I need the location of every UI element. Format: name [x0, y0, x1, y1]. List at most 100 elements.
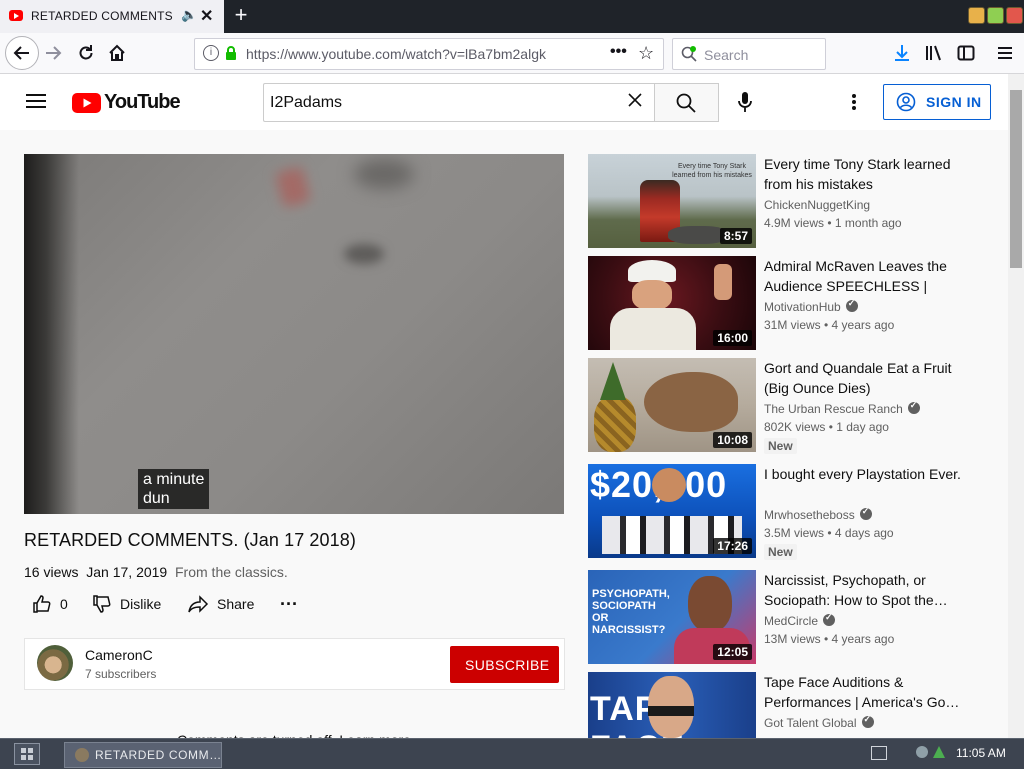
menu-button[interactable]: [993, 41, 1017, 65]
video-frame-shadow: [24, 154, 79, 514]
sign-in-button[interactable]: SIGN IN: [883, 84, 991, 120]
video-thumbnail[interactable]: $20,000 17:26: [588, 464, 756, 558]
video-thumbnail[interactable]: TAPE FACE: [588, 672, 756, 738]
recommendation-channel[interactable]: Got Talent Global: [764, 714, 874, 730]
info-icon[interactable]: i: [203, 45, 219, 61]
close-window-button[interactable]: [1006, 7, 1023, 24]
recommendation-title[interactable]: Every time Tony Stark learned from his m…: [764, 154, 964, 194]
video-thumbnail[interactable]: PSYCHOPATH, SOCIOPATH OR NARCISSIST? 12:…: [588, 570, 756, 664]
close-tab-icon[interactable]: ✕: [200, 6, 213, 26]
page-actions-icon[interactable]: •••: [610, 43, 627, 61]
thumbnail-figure: [632, 280, 672, 310]
verified-badge-icon: [861, 714, 874, 728]
more-settings-icon[interactable]: [851, 93, 857, 116]
video-thumbnail[interactable]: 16:00: [588, 256, 756, 350]
like-count: 0: [60, 596, 68, 612]
url-text[interactable]: https://www.youtube.com/watch?v=lBa7bm2a…: [246, 46, 546, 62]
video-player[interactable]: [24, 154, 564, 514]
dislike-button[interactable]: Dislike: [92, 594, 161, 614]
new-tab-button[interactable]: +: [231, 4, 251, 28]
video-duration: 16:00: [713, 330, 752, 346]
keyboard-icon[interactable]: [871, 746, 887, 760]
sidebar-icon: [957, 45, 975, 61]
scrollbar-thumb[interactable]: [1010, 90, 1022, 268]
subscribe-label: SUBSCRIBE: [465, 657, 550, 673]
thumbs-down-icon: [93, 595, 111, 613]
system-clock[interactable]: 11:05 AM: [956, 746, 1006, 760]
thumbnail-figure: [610, 308, 696, 350]
bookmark-star-icon[interactable]: ☆: [638, 43, 654, 64]
microphone-icon: [738, 92, 752, 112]
browser-search-bar[interactable]: Search: [672, 38, 826, 70]
guide-menu-icon[interactable]: [26, 93, 46, 114]
speaker-icon[interactable]: 🔈: [181, 7, 197, 23]
youtube-wordmark: YouTube: [104, 91, 181, 113]
recommendation-channel[interactable]: MedCircle: [764, 612, 836, 628]
browser-tab-strip: RETARDED COMMENTS. ( 🔈 ✕ +: [0, 0, 1024, 33]
account-icon: [896, 92, 916, 112]
recommendation-item[interactable]: TAPE FACE Tape Face Auditions & Performa…: [588, 672, 988, 738]
home-button[interactable]: [105, 41, 129, 65]
view-count: 16 views: [24, 564, 79, 580]
window-app-icon: [75, 748, 89, 762]
voice-search-button[interactable]: [737, 91, 753, 118]
verified-badge-icon: [845, 298, 858, 312]
thumbnail-overlay-text: Every time Tony Stark learned from his m…: [672, 163, 752, 179]
maximize-window-button[interactable]: [987, 7, 1004, 24]
back-arrow-icon: [13, 46, 29, 60]
back-button[interactable]: [5, 36, 39, 70]
subscribe-button[interactable]: SUBSCRIBE: [450, 646, 559, 683]
youtube-search-button[interactable]: [654, 83, 719, 122]
forward-arrow-icon: [46, 46, 62, 60]
recommendation-channel[interactable]: MotivationHub: [764, 298, 858, 314]
address-bar[interactable]: i https://www.youtube.com/watch?v=lBa7bm…: [194, 38, 664, 70]
more-actions-icon[interactable]: ···: [280, 594, 298, 615]
channel-avatar[interactable]: [37, 645, 73, 681]
library-button[interactable]: [922, 41, 946, 65]
thumbnail-figure: [628, 260, 676, 282]
search-query-text[interactable]: I2Padams: [270, 94, 342, 112]
pineapple-figure: [594, 396, 636, 452]
minimize-window-button[interactable]: [968, 7, 985, 24]
network-icon[interactable]: [915, 744, 947, 765]
taskbar-window-button[interactable]: RETARDED COMM…: [64, 742, 222, 768]
recommendation-title[interactable]: Narcissist, Psychopath, or Sociopath: Ho…: [764, 570, 964, 610]
video-caption: a minute dun: [138, 469, 210, 509]
channel-name[interactable]: CameronC: [85, 647, 153, 663]
sidebar-button[interactable]: [954, 41, 978, 65]
recommendation-channel[interactable]: The Urban Rescue Ranch: [764, 400, 920, 416]
recommendation-item[interactable]: 10:08 Gort and Quandale Eat a Fruit (Big…: [588, 358, 988, 454]
recommendation-item[interactable]: Every time Tony Stark learned from his m…: [588, 154, 988, 248]
recommendation-channel[interactable]: Mrwhosetheboss: [764, 506, 872, 522]
recommendation-meta: 802K views • 1 day ago: [764, 420, 889, 434]
browser-tab[interactable]: RETARDED COMMENTS. ( 🔈 ✕: [0, 0, 224, 33]
subscriber-count: 7 subscribers: [85, 667, 157, 681]
downloads-button[interactable]: [890, 41, 914, 65]
recommendation-item[interactable]: PSYCHOPATH, SOCIOPATH OR NARCISSIST? 12:…: [588, 570, 988, 664]
recommendation-title[interactable]: Tape Face Auditions & Performances | Ame…: [764, 672, 964, 712]
youtube-search-input[interactable]: I2Padams: [263, 83, 655, 122]
recommendation-title[interactable]: Gort and Quandale Eat a Fruit (Big Ounce…: [764, 358, 964, 398]
youtube-favicon-icon: [9, 10, 23, 21]
youtube-logo[interactable]: YouTube: [72, 91, 181, 114]
video-thumbnail[interactable]: Every time Tony Stark learned from his m…: [588, 154, 756, 248]
share-button[interactable]: Share: [187, 594, 254, 614]
clear-search-icon[interactable]: [628, 93, 642, 112]
recommendation-channel[interactable]: ChickenNuggetKing: [764, 198, 870, 212]
forward-button[interactable]: [41, 41, 65, 65]
recommendation-item[interactable]: $20,000 17:26 I bought every Playstation…: [588, 464, 988, 560]
reload-button[interactable]: [74, 41, 98, 65]
video-duration: 12:05: [713, 644, 752, 660]
like-button[interactable]: 0: [32, 594, 68, 614]
video-frame-detail: [274, 165, 312, 209]
lock-icon[interactable]: [225, 46, 237, 66]
video-frame-detail: [344, 244, 384, 264]
recommendation-title[interactable]: Admiral McRaven Leaves the Audience SPEE…: [764, 256, 964, 296]
video-description[interactable]: From the classics.: [175, 564, 288, 580]
recommendation-item[interactable]: 16:00 Admiral McRaven Leaves the Audienc…: [588, 256, 988, 350]
recommendation-title[interactable]: I bought every Playstation Ever.: [764, 464, 964, 484]
video-duration: 10:08: [713, 432, 752, 448]
video-thumbnail[interactable]: 10:08: [588, 358, 756, 452]
search-engine-icon: [681, 46, 697, 67]
app-menu-icon[interactable]: [14, 743, 40, 765]
